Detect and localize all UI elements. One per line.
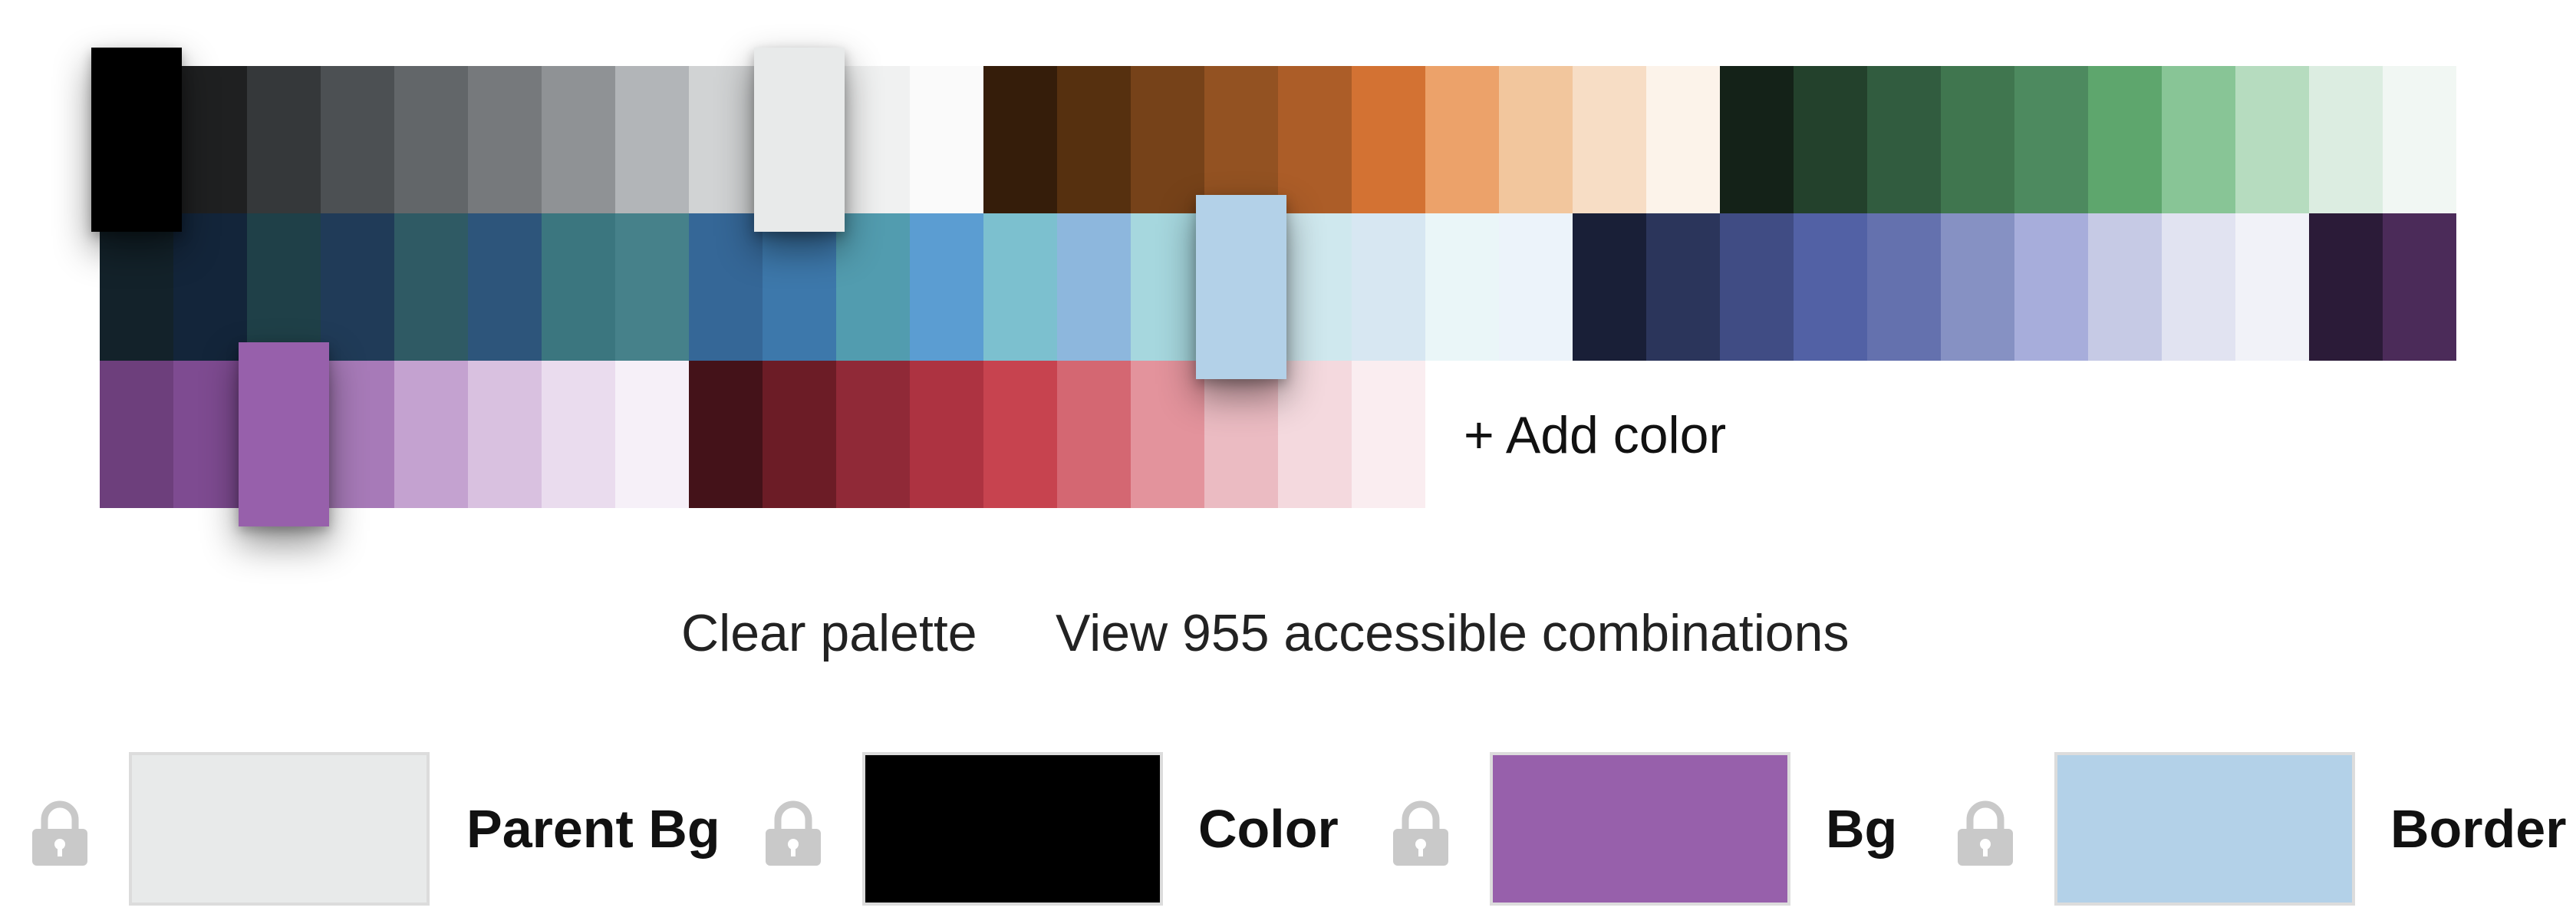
palette-swatch[interactable] <box>1057 213 1131 361</box>
palette-swatch[interactable] <box>1794 213 1867 361</box>
palette-swatch[interactable] <box>394 66 468 213</box>
border-swatch[interactable] <box>2054 752 2355 906</box>
palette-swatch[interactable] <box>173 213 247 361</box>
palette-swatch[interactable] <box>394 213 468 361</box>
palette-swatch[interactable] <box>2235 213 2309 361</box>
parent-bg-label: Parent Bg <box>466 799 720 859</box>
palette-swatch[interactable] <box>1720 66 1794 213</box>
palette-swatch[interactable] <box>615 66 689 213</box>
palette-swatch[interactable] <box>542 66 615 213</box>
palette-swatch[interactable] <box>2162 66 2235 213</box>
palette-swatch[interactable] <box>1425 213 1499 361</box>
palette-swatch[interactable] <box>1057 66 1131 213</box>
palette-swatch[interactable] <box>394 361 468 508</box>
palette-swatch[interactable] <box>468 66 542 213</box>
palette-swatch[interactable] <box>689 66 763 213</box>
palette-swatch[interactable] <box>615 361 689 508</box>
palette-swatch[interactable] <box>1278 66 1352 213</box>
palette-swatch[interactable] <box>2235 66 2309 213</box>
palette-swatch[interactable] <box>1204 66 1278 213</box>
parent-bg-swatch[interactable] <box>129 752 430 906</box>
palette-swatch[interactable] <box>1352 66 1425 213</box>
palette-swatch[interactable] <box>910 361 983 508</box>
palette-swatch[interactable] <box>1646 213 1720 361</box>
palette-swatch[interactable] <box>836 361 910 508</box>
palette-swatch[interactable] <box>836 213 910 361</box>
palette-swatch[interactable] <box>2014 213 2088 361</box>
palette-swatch[interactable] <box>983 213 1057 361</box>
palette-swatch[interactable] <box>2088 213 2162 361</box>
palette-swatch[interactable] <box>1499 66 1573 213</box>
palette-swatch[interactable] <box>615 213 689 361</box>
palette-swatch[interactable] <box>1352 213 1425 361</box>
bg-swatch[interactable] <box>1490 752 1790 906</box>
palette-swatch[interactable] <box>1646 66 1720 213</box>
palette-swatch[interactable] <box>2309 66 2383 213</box>
palette-swatch[interactable] <box>1941 66 2014 213</box>
palette-swatch[interactable] <box>763 213 836 361</box>
lock-icon[interactable] <box>1390 798 1451 867</box>
palette-swatch[interactable] <box>2088 66 2162 213</box>
palette-swatch[interactable] <box>1352 361 1425 508</box>
palette-swatch[interactable] <box>1499 213 1573 361</box>
palette-swatch[interactable] <box>983 66 1057 213</box>
lock-icon[interactable] <box>29 798 91 867</box>
palette-swatch[interactable] <box>1057 361 1131 508</box>
palette-swatch[interactable] <box>468 361 542 508</box>
lock-icon[interactable] <box>1955 798 2016 867</box>
palette-swatch[interactable] <box>689 361 763 508</box>
palette-swatch[interactable] <box>247 213 321 361</box>
palette-swatch[interactable] <box>1720 213 1794 361</box>
palette-swatch[interactable] <box>2383 213 2456 361</box>
palette-swatch[interactable] <box>1278 213 1352 361</box>
palette-swatch[interactable] <box>2014 66 2088 213</box>
color-label: Color <box>1198 799 1339 859</box>
palette-swatch[interactable] <box>247 66 321 213</box>
palette-swatch[interactable] <box>1131 361 1204 508</box>
palette-swatch-selected[interactable] <box>1196 195 1286 379</box>
palette-swatch[interactable] <box>1131 66 1204 213</box>
palette-swatch[interactable] <box>1573 66 1646 213</box>
palette-swatch[interactable] <box>910 213 983 361</box>
border-label: Border <box>2390 799 2567 859</box>
palette-swatch[interactable] <box>836 66 910 213</box>
palette-swatch[interactable] <box>173 66 247 213</box>
add-color-button[interactable]: + Add color <box>1464 401 1726 470</box>
palette-swatch[interactable] <box>542 361 615 508</box>
palette-swatch[interactable] <box>1867 66 1941 213</box>
palette-swatch[interactable] <box>1867 213 1941 361</box>
palette-swatch[interactable] <box>1204 361 1278 508</box>
palette-swatch-selected[interactable] <box>239 342 329 526</box>
lock-icon[interactable] <box>763 798 824 867</box>
palette-swatch[interactable] <box>910 66 983 213</box>
palette-swatch[interactable] <box>1131 213 1204 361</box>
palette-swatch-selected[interactable] <box>91 48 182 232</box>
palette-swatch[interactable] <box>468 213 542 361</box>
palette-swatch[interactable] <box>2383 66 2456 213</box>
color-swatch[interactable] <box>862 752 1163 906</box>
palette-swatch[interactable] <box>1425 66 1499 213</box>
palette-swatch[interactable] <box>763 361 836 508</box>
palette-swatch[interactable] <box>321 66 394 213</box>
palette-swatch[interactable] <box>689 213 763 361</box>
palette-swatch[interactable] <box>1573 213 1646 361</box>
palette-swatch[interactable] <box>542 213 615 361</box>
clear-palette-button[interactable]: Clear palette <box>681 599 977 668</box>
bg-label: Bg <box>1826 799 1898 859</box>
palette-swatch[interactable] <box>173 361 247 508</box>
palette-swatch[interactable] <box>2309 213 2383 361</box>
palette-swatch[interactable] <box>100 213 173 361</box>
color-palette: + Add color <box>0 0 2576 537</box>
palette-swatch[interactable] <box>321 213 394 361</box>
palette-swatch[interactable] <box>1794 66 1867 213</box>
view-combinations-button[interactable]: View 955 accessible combinations <box>1056 599 1849 668</box>
palette-swatch[interactable] <box>983 361 1057 508</box>
palette-swatch[interactable] <box>100 361 173 508</box>
palette-swatch[interactable] <box>2162 213 2235 361</box>
palette-swatch[interactable] <box>321 361 394 508</box>
palette-swatch[interactable] <box>1941 213 2014 361</box>
palette-swatch[interactable] <box>1278 361 1352 508</box>
palette-swatch-selected[interactable] <box>754 48 845 232</box>
